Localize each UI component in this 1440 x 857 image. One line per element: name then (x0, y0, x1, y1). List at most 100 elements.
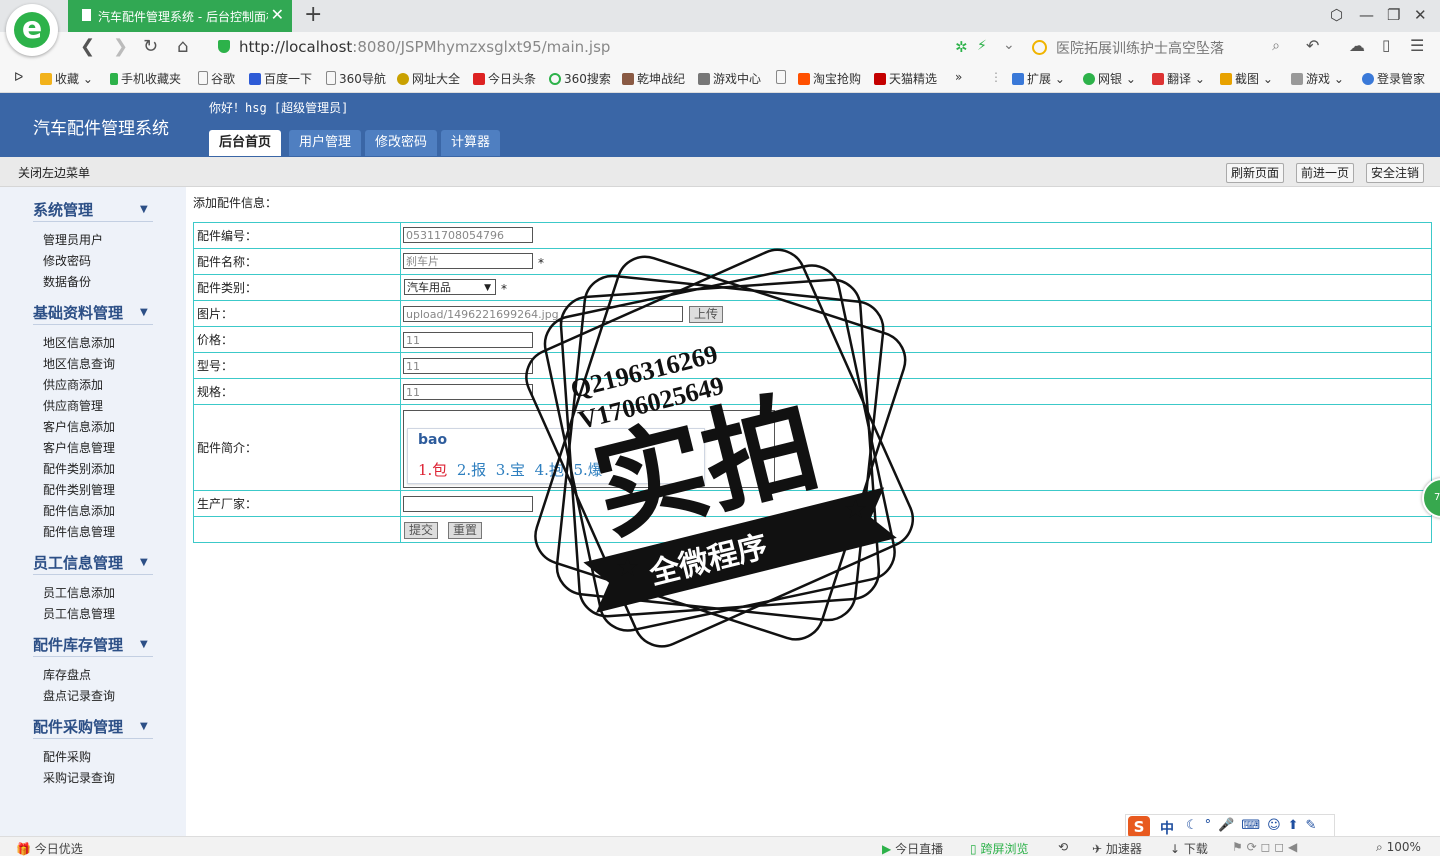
sidebar-item-data-backup[interactable]: 数据备份 (43, 273, 91, 290)
url-field[interactable]: http://localhost:8080/JSPMhymzxsglxt95/m… (239, 38, 610, 56)
status-cross-screen[interactable]: ▯ 跨屏浏览 (970, 840, 1028, 857)
reset-button[interactable]: 重置 (448, 522, 483, 539)
status-zoom[interactable]: ⌕ 100% (1376, 840, 1421, 855)
reload-icon[interactable]: ↻ (143, 36, 158, 57)
model-input[interactable]: 11 (403, 358, 533, 374)
bookmarks-toggle-icon[interactable]: ᐅ (14, 70, 23, 84)
ime-candidate-window[interactable]: bao 1.包 2.报 3.宝 4.抱 5.爆 (407, 428, 705, 484)
sidebar-item-customer-manage[interactable]: 客户信息管理 (43, 439, 115, 456)
bookmark-baidu[interactable]: 百度一下 (249, 70, 312, 87)
cloud-icon[interactable]: ☁ (1349, 36, 1365, 55)
upload-button[interactable]: 上传 (689, 306, 724, 323)
tab-user-management[interactable]: 用户管理 (289, 130, 362, 156)
bookmark-mobile[interactable]: 手机收藏夹 (110, 70, 181, 87)
new-tab-button[interactable]: + (304, 2, 322, 27)
sidebar-item-category-add[interactable]: 配件类别添加 (43, 460, 115, 477)
ime-candidate[interactable]: 5.爆 (573, 461, 602, 479)
back-icon[interactable]: ❮ (80, 36, 95, 57)
undo-icon[interactable]: ↶ (1306, 36, 1319, 55)
bookmark-game1[interactable]: 乾坤战纪 (622, 70, 685, 87)
submit-button[interactable]: 提交 (404, 522, 439, 539)
sidebar-item-supplier-manage[interactable]: 供应商管理 (43, 397, 103, 414)
bookmark-google[interactable]: 谷歌 (198, 70, 235, 87)
chevron-down-icon[interactable]: ▼ (140, 639, 148, 650)
restore-icon[interactable]: ❐ (1387, 6, 1400, 24)
chevron-down-icon[interactable]: ▼ (140, 721, 148, 732)
bookmark-360search[interactable]: 360搜索 (549, 70, 611, 87)
image-path-input[interactable]: upload/1496221699264.jpg (403, 306, 683, 322)
bookmark-tmall[interactable]: 天猫精选 (874, 70, 937, 87)
home-icon[interactable]: ⌂ (177, 36, 188, 57)
bookmark-favorites[interactable]: 收藏 ⌄ (40, 70, 93, 87)
part-name-input[interactable]: 刹车片 (403, 253, 533, 269)
browser-logo-icon[interactable]: e (6, 4, 58, 56)
ext-games[interactable]: 游戏 ⌄ (1291, 70, 1344, 87)
menu-icon[interactable]: ☰ (1410, 36, 1424, 55)
sidebar-item-customer-add[interactable]: 客户信息添加 (43, 418, 115, 435)
browser-tab-active[interactable]: 汽车配件管理系统 - 后台控制面板 ✕ (68, 0, 292, 32)
sidebar-item-staff-add[interactable]: 员工信息添加 (43, 584, 115, 601)
ime-language-toggle[interactable]: 中 (1160, 818, 1174, 838)
bookmark-wangzhi[interactable]: 网址大全 (397, 70, 460, 87)
ime-candidate-list[interactable]: 1.包 2.报 3.宝 4.抱 5.爆 (418, 459, 603, 480)
sidebar-item-stocktake-query[interactable]: 盘点记录查询 (43, 687, 115, 704)
status-refresh-icon[interactable]: ⟲ (1058, 840, 1068, 854)
sidebar-item-purchase[interactable]: 配件采购 (43, 748, 91, 765)
bookmark-game-center[interactable]: 游戏中心 (698, 70, 761, 87)
forward-icon[interactable]: ❯ (113, 36, 128, 57)
part-no-input[interactable]: 05311708054796 (403, 227, 533, 243)
ime-candidate[interactable]: 3.宝 (496, 461, 525, 479)
ext-translate[interactable]: 翻译 ⌄ (1152, 70, 1205, 87)
sidebar-section-purchase[interactable]: 配件采购管理 (33, 716, 123, 737)
ext-bank[interactable]: 网银 ⌄ (1083, 70, 1136, 87)
ext-extend[interactable]: 扩展 ⌄ (1012, 70, 1065, 87)
tab-home[interactable]: 后台首页 (209, 130, 282, 156)
bookmark-360nav[interactable]: 360导航 (326, 70, 386, 87)
sidebar-item-part-add[interactable]: 配件信息添加 (43, 502, 115, 519)
phone-icon[interactable]: ▯ (1382, 36, 1390, 54)
tab-change-password[interactable]: 修改密码 (365, 130, 438, 156)
browser-search-box[interactable]: 医院拓展训练护士高空坠落 ⌕ (1032, 38, 1280, 58)
sidebar-item-change-password[interactable]: 修改密码 (43, 252, 91, 269)
bookmarks-more[interactable]: » (955, 70, 962, 84)
bookmark-blank-icon[interactable] (776, 70, 789, 85)
lightning-icon[interactable]: ⚡ (977, 38, 987, 54)
chevron-down-icon[interactable]: ▼ (140, 307, 148, 318)
ime-candidate[interactable]: 1.包 (418, 461, 447, 479)
dropdown-icon[interactable]: ⌄ (1003, 37, 1015, 53)
sidebar-item-part-manage[interactable]: 配件信息管理 (43, 523, 115, 540)
status-today-picks[interactable]: 🎁 今日优选 (16, 840, 83, 857)
close-tab-icon[interactable]: ✕ (271, 5, 284, 24)
status-downloads[interactable]: ↓ 下载 (1170, 840, 1208, 857)
chevron-down-icon[interactable]: ▼ (140, 557, 148, 568)
sidebar-section-basic-data[interactable]: 基础资料管理 (33, 302, 123, 323)
sidebar-item-category-manage[interactable]: 配件类别管理 (43, 481, 115, 498)
chevron-down-icon[interactable]: ▼ (140, 204, 148, 215)
sidebar-item-area-add[interactable]: 地区信息添加 (43, 334, 115, 351)
category-select[interactable]: 汽车用品 ▼ (404, 279, 496, 295)
refresh-page-button[interactable]: 刷新页面 (1226, 163, 1285, 183)
tab-calculator[interactable]: 计算器 (441, 130, 501, 156)
minimize-icon[interactable]: — (1359, 6, 1374, 24)
sidebar-item-stocktake[interactable]: 库存盘点 (43, 666, 91, 683)
window-close-icon[interactable]: ✕ (1414, 6, 1427, 24)
sidebar-item-staff-manage[interactable]: 员工信息管理 (43, 605, 115, 622)
sidebar-item-supplier-add[interactable]: 供应商添加 (43, 376, 103, 393)
ime-candidate[interactable]: 4.抱 (535, 461, 564, 479)
extension-icon[interactable]: ✲ (955, 38, 968, 56)
sidebar-section-staff[interactable]: 员工信息管理 (33, 552, 123, 573)
sidebar-item-purchase-query[interactable]: 采购记录查询 (43, 769, 115, 786)
sidebar-item-admin-users[interactable]: 管理员用户 (43, 231, 103, 248)
status-live[interactable]: ▶ 今日直播 (882, 840, 943, 857)
manufacturer-input[interactable] (403, 496, 533, 512)
ext-login-manager[interactable]: 登录管家 (1362, 70, 1425, 87)
ime-candidate[interactable]: 2.报 (457, 461, 486, 479)
logout-button[interactable]: 安全注销 (1366, 163, 1425, 183)
bookmark-toutiao[interactable]: 今日头条 (473, 70, 536, 87)
bookmark-taobao[interactable]: 淘宝抢购 (798, 70, 861, 87)
price-input[interactable]: 11 (403, 332, 533, 348)
forward-page-button[interactable]: 前进一页 (1296, 163, 1355, 183)
skin-icon[interactable]: ⬡ (1330, 6, 1343, 24)
sidebar-section-system[interactable]: 系统管理 (33, 199, 93, 220)
sidebar-section-inventory[interactable]: 配件库存管理 (33, 634, 123, 655)
